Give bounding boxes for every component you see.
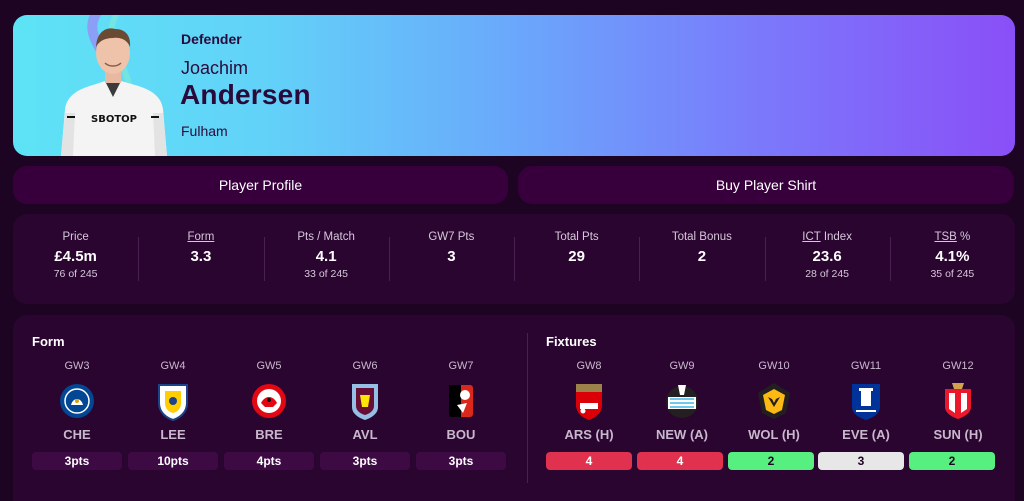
stat-tsb: TSB % 4.1% 35 of 245 bbox=[889, 231, 1015, 287]
everton-crest-icon bbox=[852, 384, 880, 420]
leeds-crest-icon bbox=[158, 384, 188, 421]
opponent-code: ARS (H) bbox=[564, 427, 614, 442]
sunderland-crest-icon bbox=[945, 383, 971, 419]
player-first-name: Joachim bbox=[181, 58, 249, 78]
fixture-difficulty-badge: 2 bbox=[909, 452, 995, 470]
stat-label-rest: Index bbox=[820, 231, 852, 243]
stat-value: 4.1 bbox=[315, 248, 337, 265]
fixture-item: GW9 NEW (A) bbox=[637, 360, 727, 442]
gameweek-label: GW7 bbox=[448, 360, 474, 372]
gameweek-label: GW6 bbox=[352, 360, 378, 372]
player-position: Defender bbox=[181, 31, 242, 47]
stat-label: Price bbox=[62, 231, 89, 243]
brentford-crest-icon bbox=[252, 384, 286, 418]
fixture-item: GW11 EVE (A) bbox=[821, 360, 911, 442]
form-points-badge: 4pts bbox=[224, 452, 314, 470]
stat-rank: 76 of 245 bbox=[53, 268, 98, 280]
stat-rank: 33 of 245 bbox=[304, 268, 349, 280]
gameweek-label: GW4 bbox=[160, 360, 186, 372]
player-photo: SBOTOP bbox=[61, 28, 167, 156]
arsenal-crest-icon bbox=[576, 384, 602, 420]
player-profile-button[interactable]: Player Profile bbox=[13, 166, 508, 204]
stat-form: Form 3.3 bbox=[138, 231, 263, 287]
newcastle-crest-icon bbox=[666, 385, 698, 418]
opponent-code: AVL bbox=[352, 427, 378, 442]
form-title: Form bbox=[32, 334, 65, 349]
form-item: GW5 BRE bbox=[224, 360, 314, 442]
player-team: Fulham bbox=[181, 123, 228, 139]
form-item: GW6 AVL bbox=[320, 360, 410, 442]
gameweek-label: GW10 bbox=[758, 360, 790, 372]
stat-label: ICT Index bbox=[802, 231, 852, 243]
stat-price: Price £4.5m 76 of 245 bbox=[13, 231, 138, 287]
fixture-difficulty-badge: 4 bbox=[546, 452, 632, 470]
shirt-sponsor-text: SBOTOP bbox=[91, 114, 137, 125]
opponent-code: NEW (A) bbox=[656, 427, 708, 442]
stat-value: 2 bbox=[697, 248, 707, 265]
form-points-badge: 3pts bbox=[320, 452, 410, 470]
stat-rank: 35 of 245 bbox=[930, 268, 975, 280]
fixture-difficulty-badge: 4 bbox=[637, 452, 723, 470]
fixture-difficulty-badge: 2 bbox=[728, 452, 814, 470]
stat-total-bonus: Total Bonus 2 bbox=[639, 231, 764, 287]
stat-ict-index: ICT Index 23.6 28 of 245 bbox=[764, 231, 890, 287]
bournemouth-crest-icon bbox=[449, 385, 473, 417]
fixture-difficulty-badge: 3 bbox=[818, 452, 904, 470]
stat-label: Total Pts bbox=[554, 231, 599, 243]
fixture-item: GW8 ARS (H) bbox=[544, 360, 634, 442]
stat-label: GW7 Pts bbox=[428, 231, 475, 243]
form-item: GW3 CHE bbox=[32, 360, 122, 442]
gameweek-label: GW12 bbox=[942, 360, 974, 372]
stat-value: £4.5m bbox=[54, 248, 97, 265]
stat-value: 23.6 bbox=[812, 248, 842, 265]
gameweek-label: GW5 bbox=[256, 360, 282, 372]
buy-player-shirt-button[interactable]: Buy Player Shirt bbox=[518, 166, 1014, 204]
stat-label-link[interactable]: Form bbox=[187, 231, 214, 243]
form-fixtures-panel: Form Fixtures GW3 CHE GW4 LEE GW5 BRE GW… bbox=[13, 315, 1015, 501]
gameweek-label: GW9 bbox=[669, 360, 695, 372]
fixtures-title: Fixtures bbox=[546, 334, 597, 349]
stat-value: 29 bbox=[568, 248, 585, 265]
form-points-badge: 3pts bbox=[32, 452, 122, 470]
player-stats-bar: Price £4.5m 76 of 245 Form 3.3 Pts / Mat… bbox=[13, 214, 1015, 304]
stat-label: TSB % bbox=[934, 231, 970, 243]
section-divider bbox=[527, 333, 528, 483]
opponent-code: BRE bbox=[255, 427, 283, 442]
opponent-code: BOU bbox=[446, 427, 476, 442]
ict-abbr-link[interactable]: ICT bbox=[802, 231, 820, 243]
player-last-name: Andersen bbox=[180, 79, 311, 110]
gameweek-label: GW3 bbox=[64, 360, 90, 372]
chelsea-crest-icon bbox=[60, 384, 94, 418]
wolves-crest-icon bbox=[758, 383, 790, 419]
stat-label: Total Bonus bbox=[671, 231, 732, 243]
opponent-code: CHE bbox=[63, 427, 91, 442]
gameweek-label: GW8 bbox=[576, 360, 602, 372]
stat-total-points: Total Pts 29 bbox=[514, 231, 639, 287]
player-hero-banner: SBOTOP Defender Joachim Andersen Fulham bbox=[13, 15, 1015, 156]
form-item: GW4 LEE bbox=[128, 360, 218, 442]
form-points-badge: 10pts bbox=[128, 452, 218, 470]
stat-points-per-match: Pts / Match 4.1 33 of 245 bbox=[263, 231, 389, 287]
stat-gameweek-points: GW7 Pts 3 bbox=[388, 231, 514, 287]
opponent-code: LEE bbox=[160, 427, 186, 442]
stat-value: 4.1% bbox=[935, 248, 970, 265]
aston-villa-crest-icon bbox=[352, 384, 378, 420]
form-points-badge: 3pts bbox=[416, 452, 506, 470]
stat-label: Pts / Match bbox=[297, 231, 355, 243]
opponent-code: EVE (A) bbox=[842, 427, 890, 442]
tsb-abbr-link[interactable]: TSB bbox=[934, 231, 956, 243]
form-item: GW7 BOU bbox=[416, 360, 506, 442]
stat-value: 3 bbox=[447, 248, 456, 265]
stat-rank: 28 of 245 bbox=[805, 268, 850, 280]
opponent-code: SUN (H) bbox=[933, 427, 983, 442]
fixture-item: GW10 WOL (H) bbox=[729, 360, 819, 442]
stat-value: 3.3 bbox=[190, 248, 212, 265]
stat-label-rest: % bbox=[956, 231, 971, 243]
fixture-item: GW12 SUN (H) bbox=[913, 360, 1003, 442]
gameweek-label: GW11 bbox=[850, 360, 882, 372]
opponent-code: WOL (H) bbox=[748, 427, 800, 442]
